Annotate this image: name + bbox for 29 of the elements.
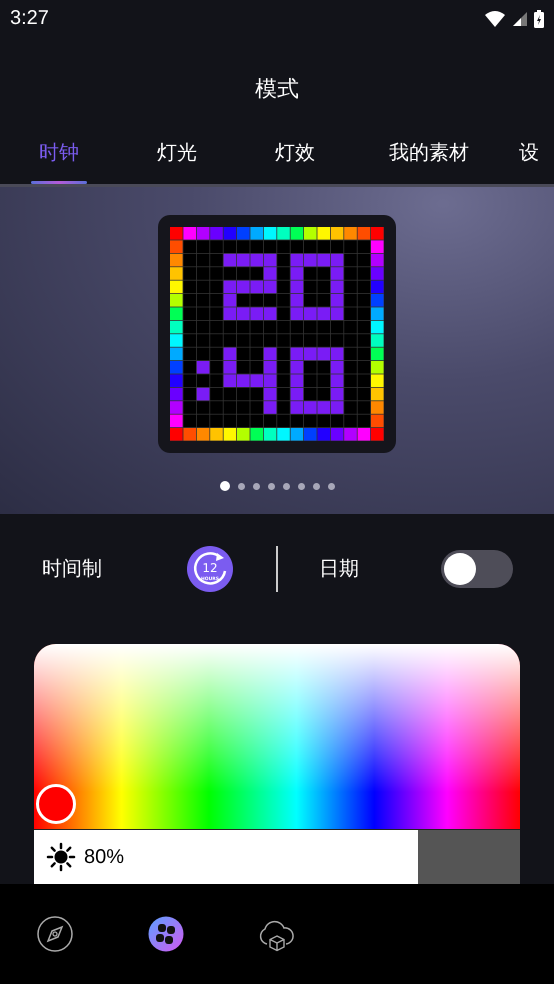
page-indicator-dot[interactable] bbox=[312, 482, 320, 490]
status-time: 3:27 bbox=[10, 7, 49, 30]
mode-tab[interactable]: 设 bbox=[504, 139, 554, 184]
brightness-icon bbox=[46, 842, 76, 872]
four-petal-icon[interactable] bbox=[148, 916, 184, 952]
battery-icon bbox=[534, 10, 544, 28]
page-indicator-dot[interactable] bbox=[298, 482, 304, 490]
time-format-label: 时间制 bbox=[42, 555, 102, 582]
color-picker-handle[interactable] bbox=[36, 784, 76, 824]
compass-icon[interactable] bbox=[37, 916, 74, 952]
hours-number: 12 bbox=[202, 560, 218, 575]
date-toggle[interactable] bbox=[441, 550, 513, 588]
page-indicator-dot[interactable] bbox=[328, 482, 334, 490]
date-label: 日期 bbox=[319, 555, 359, 582]
mode-tab[interactable]: 灯光 bbox=[118, 139, 236, 184]
page-indicator-dot[interactable] bbox=[268, 482, 274, 490]
signal-icon bbox=[512, 10, 528, 27]
page-indicator-dot[interactable] bbox=[282, 482, 290, 490]
wifi-icon bbox=[484, 10, 506, 28]
page-indicator-dot[interactable] bbox=[220, 481, 230, 492]
page-indicator-dot[interactable] bbox=[252, 482, 260, 490]
page-indicator-dot[interactable] bbox=[238, 482, 244, 490]
page-title: 模式 bbox=[255, 76, 299, 104]
mode-tab[interactable]: 灯效 bbox=[236, 139, 354, 184]
mode-tab[interactable]: 我的素材 bbox=[354, 139, 504, 184]
color-spectrum[interactable] bbox=[34, 644, 520, 830]
brightness-slider[interactable]: 80% bbox=[34, 830, 520, 884]
brightness-value: 80% bbox=[84, 846, 124, 869]
mode-tab[interactable]: 时钟 bbox=[0, 139, 118, 184]
